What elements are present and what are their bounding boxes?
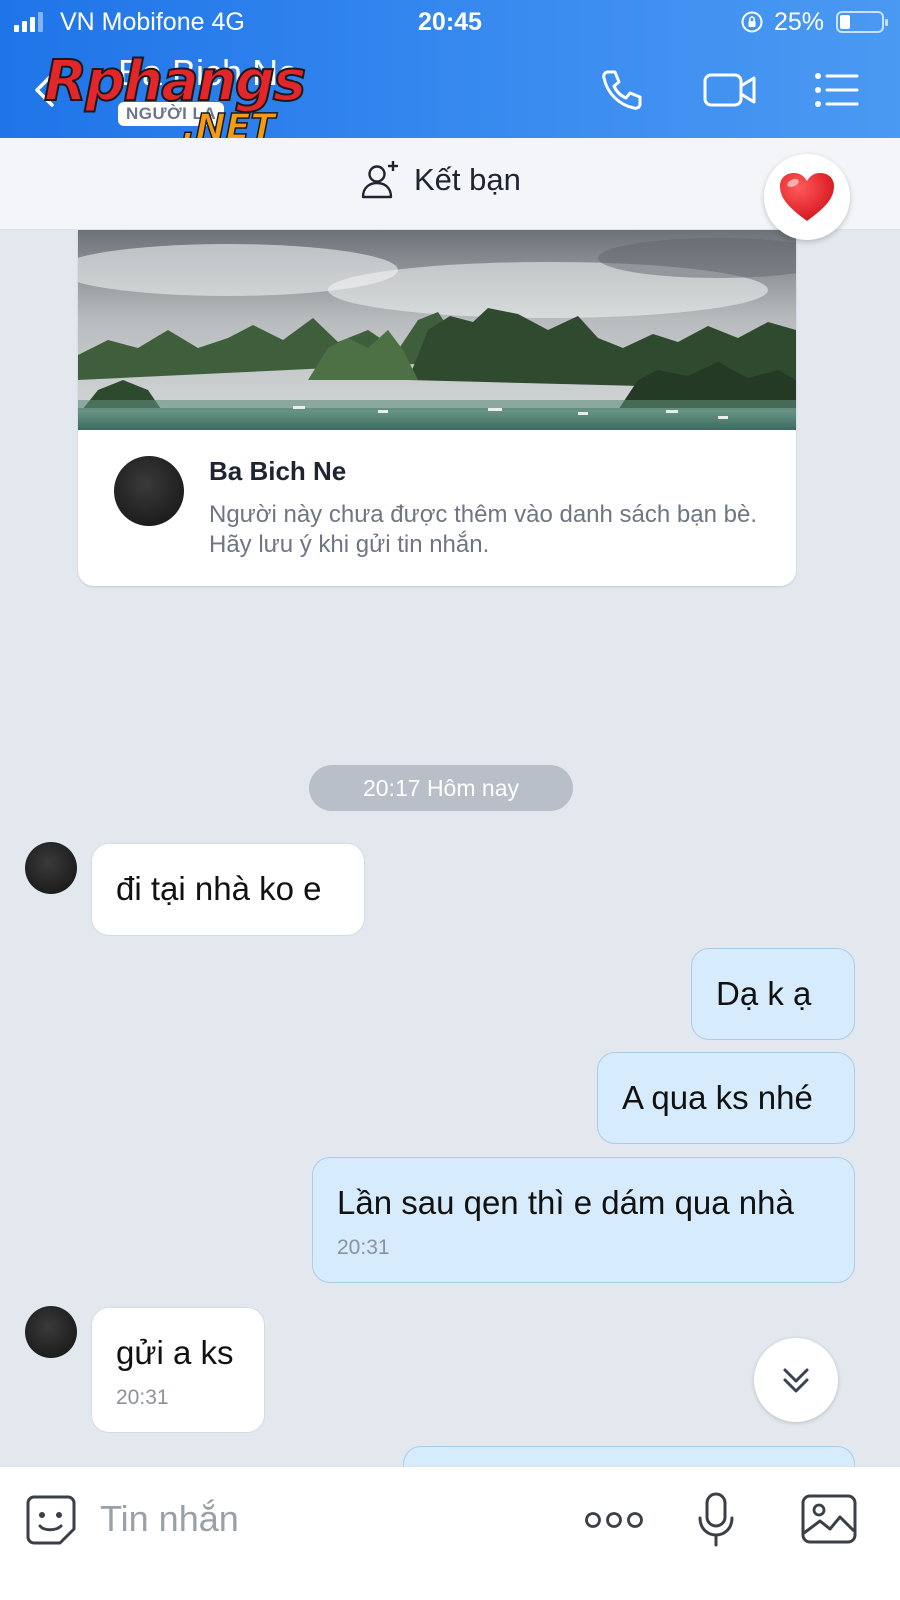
avatar[interactable]	[25, 842, 77, 894]
cover-photo	[78, 230, 796, 430]
sticker-icon[interactable]	[24, 1493, 78, 1547]
avatar[interactable]	[25, 1306, 77, 1358]
add-friend-button[interactable]: Kết bạn	[360, 160, 521, 200]
back-icon[interactable]	[30, 72, 60, 108]
video-call-icon[interactable]	[702, 66, 758, 114]
date-separator: 20:17 Hôm nay	[309, 765, 573, 811]
message-text: A qua ks nhé	[622, 1079, 813, 1116]
status-time: 20:45	[418, 8, 482, 36]
battery-icon	[836, 11, 888, 33]
stranger-badge: NGƯỜI LẠ	[118, 102, 225, 126]
message-text: Dạ k ạ	[716, 975, 812, 1012]
message-input-bar	[0, 1466, 900, 1600]
avatar[interactable]	[114, 456, 184, 526]
menu-icon[interactable]	[812, 66, 860, 114]
message-text: Lần sau qen thì e dám qua nhà	[337, 1184, 794, 1221]
status-bar: VN Mobifone 4G 20:45 25%	[0, 0, 900, 44]
scroll-to-bottom-button[interactable]	[754, 1338, 838, 1422]
message-time: 20:31	[116, 1386, 169, 1409]
battery-percent: 25%	[774, 8, 825, 36]
more-options-icon[interactable]	[584, 1505, 644, 1535]
add-friend-bar: Kết bạn	[0, 138, 900, 240]
heart-button[interactable]	[764, 154, 850, 240]
message-text: đi tại nhà ko e	[116, 870, 322, 907]
message-bubble-outgoing[interactable]: Lần sau qen thì e dám qua nhà 20:31	[312, 1157, 855, 1283]
message-time: 20:31	[337, 1236, 390, 1259]
stranger-profile-card: Ba Bich Ne Người này chưa được thêm vào …	[78, 230, 796, 586]
profile-name: Ba Bich Ne	[209, 456, 347, 486]
add-user-icon	[361, 161, 398, 199]
stranger-warning: Người này chưa được thêm vào danh sách b…	[209, 501, 757, 558]
phone-icon[interactable]	[598, 66, 646, 114]
double-chevron-down-icon	[783, 1368, 809, 1393]
message-bubble-incoming[interactable]: đi tại nhà ko e	[91, 843, 365, 936]
message-text: gửi a ks	[116, 1334, 234, 1371]
message-bubble-outgoing[interactable]: Dạ k ạ	[691, 948, 855, 1040]
message-bubble-outgoing[interactable]: A qua ks nhé	[597, 1052, 855, 1144]
microphone-icon[interactable]	[696, 1491, 736, 1549]
image-icon[interactable]	[800, 1493, 858, 1545]
rotation-lock-icon	[741, 11, 763, 33]
message-bubble-incoming[interactable]: gửi a ks 20:31	[91, 1307, 265, 1433]
chat-header: VN Mobifone 4G 20:45 25% Ba Bich Ne NGƯỜ…	[0, 0, 900, 148]
contact-name: Ba Bich Ne	[118, 52, 299, 93]
heart-icon	[780, 173, 834, 221]
add-friend-label: Kết bạn	[414, 162, 521, 197]
message-input[interactable]	[100, 1489, 560, 1549]
